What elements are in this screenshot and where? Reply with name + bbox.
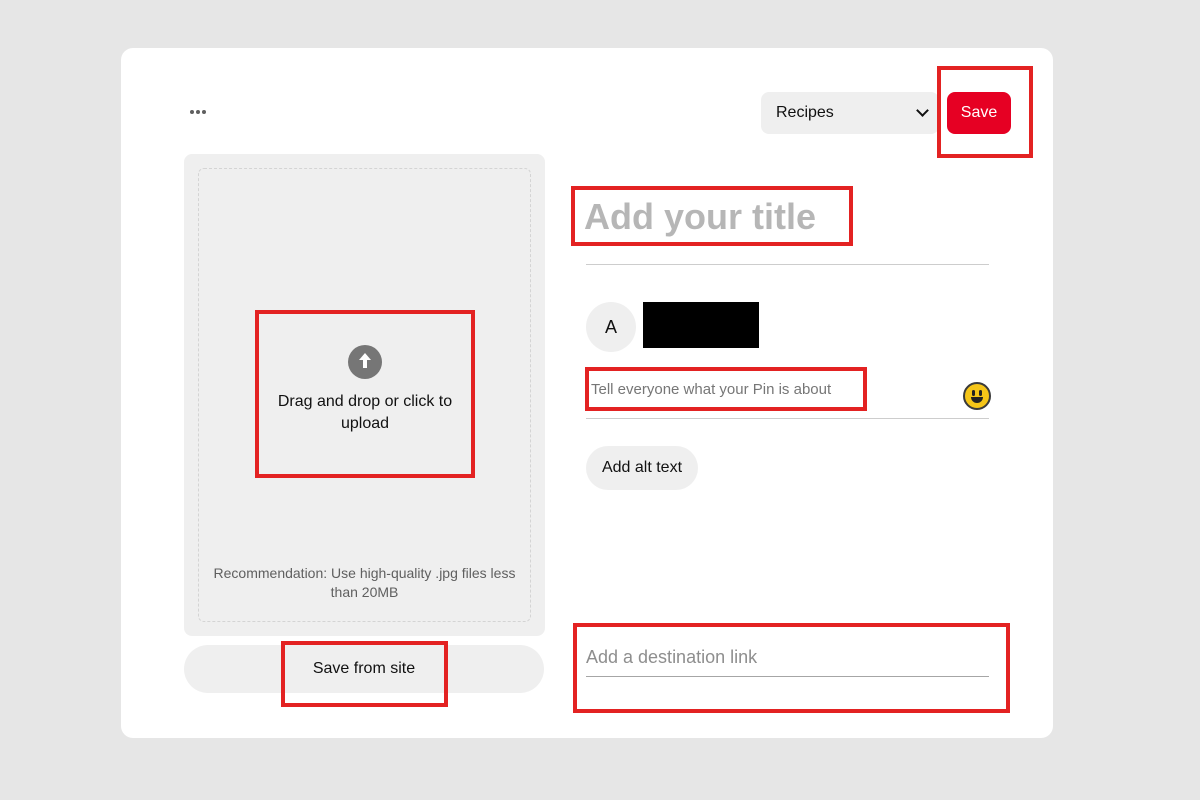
upload-panel: Drag and drop or click to upload Recomme… <box>184 154 545 636</box>
description-input[interactable] <box>591 378 891 400</box>
board-select[interactable]: Recipes <box>761 92 939 134</box>
upload-arrow-icon <box>348 345 382 379</box>
username-redacted <box>643 302 759 348</box>
avatar: A <box>586 302 636 352</box>
upload-label: Drag and drop or click to upload <box>277 393 453 432</box>
emoji-picker-icon[interactable] <box>963 382 991 410</box>
destination-link-input[interactable] <box>586 644 986 670</box>
chevron-down-icon <box>916 104 929 117</box>
title-divider <box>586 264 989 265</box>
add-alt-text-button[interactable]: Add alt text <box>586 446 698 490</box>
save-from-site-button[interactable]: Save from site <box>184 645 544 693</box>
pin-builder-card: Recipes Save Drag and drop or click to u… <box>121 48 1053 738</box>
link-divider <box>586 676 989 677</box>
upload-dropzone[interactable]: Drag and drop or click to upload <box>259 318 471 478</box>
save-button[interactable]: Save <box>947 92 1011 134</box>
more-options-icon[interactable] <box>183 100 213 124</box>
board-select-value: Recipes <box>776 104 834 121</box>
title-input[interactable] <box>584 196 864 238</box>
description-divider <box>586 418 989 419</box>
upload-recommendation: Recommendation: Use high-quality .jpg fi… <box>213 565 516 600</box>
